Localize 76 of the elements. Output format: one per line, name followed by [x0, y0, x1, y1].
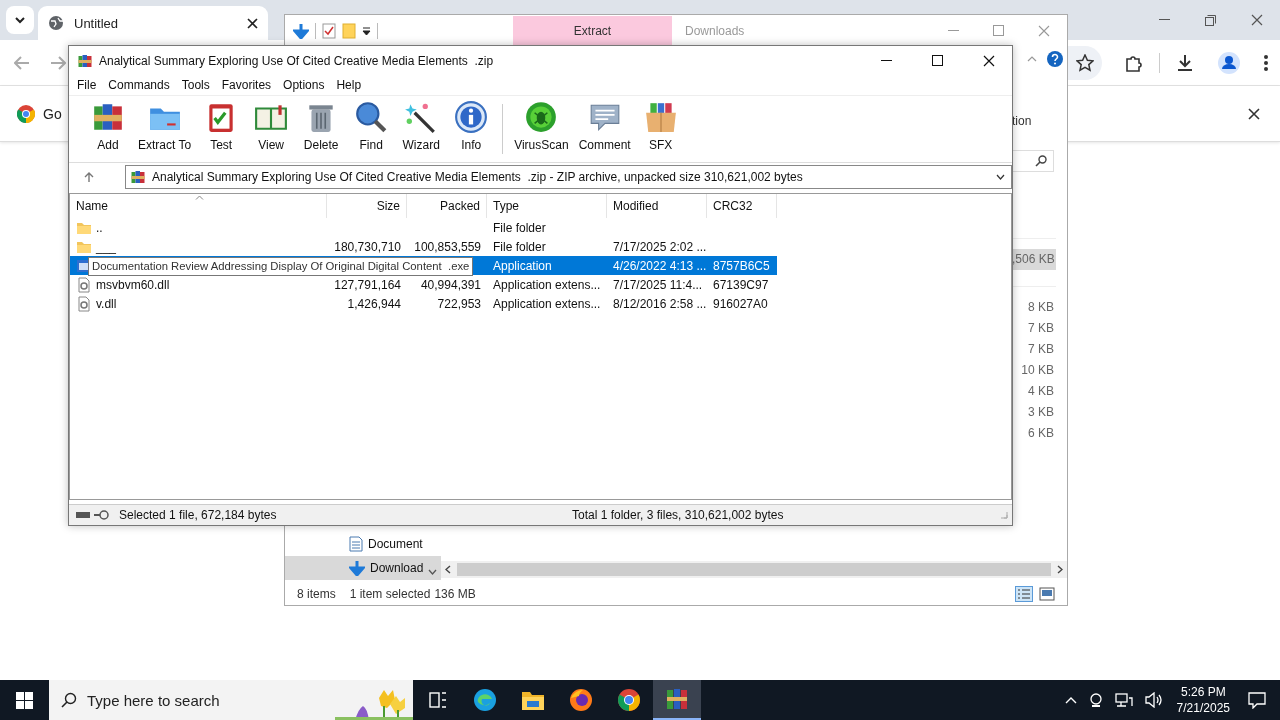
toolbar-button[interactable]: Comment — [573, 100, 636, 152]
status-text: Selected 1 file, 672,184 bytes — [119, 508, 278, 522]
menu-item[interactable]: Favorites — [221, 78, 280, 92]
file-size: ,506 KB — [1012, 249, 1056, 270]
file-size: 3 KB — [1027, 404, 1055, 421]
packed-size: 722,953 — [437, 296, 481, 311]
modified-date: 7/17/2025 11:4... — [613, 277, 703, 292]
menu-item[interactable]: Help — [336, 78, 370, 92]
file-size: 4 KB — [1027, 383, 1055, 400]
tooltip: Documentation Review Addressing Display Of Original Digital Content .exe — [88, 257, 474, 276]
status-text: Total 1 folder, 3 files, 310,621,002 bytes — [572, 508, 785, 522]
file-name: v.dll — [96, 296, 117, 311]
tab-title: Untitled — [74, 15, 120, 31]
file-type: File folder — [493, 220, 546, 235]
toolbar-button[interactable]: VirusScan — [509, 100, 574, 152]
browser-tab[interactable]: Untitled — [38, 6, 268, 40]
modified-date: 8/12/2016 2:58 ... — [613, 296, 707, 311]
toolbar-button[interactable]: Find — [346, 100, 397, 152]
file-row[interactable]: v.dll 1,426,944 722,953 Application extens... 8/12/2016 2:58 ... 916027A0 — [70, 294, 777, 313]
menu-item[interactable]: Tools — [181, 78, 218, 92]
search-field[interactable]: Type here to search — [49, 680, 413, 720]
clock-time: 5:26 PM — [1180, 684, 1226, 700]
checksum: 67139C97 — [713, 277, 769, 292]
modified-date: 7/17/2025 2:02 ... — [613, 239, 707, 254]
file-size: 7 KB — [1027, 341, 1055, 358]
file-row[interactable]: .. File folder — [70, 218, 777, 237]
menu-item[interactable]: File — [77, 78, 105, 92]
toolbar-button[interactable]: Test — [196, 100, 247, 152]
nav-item[interactable]: Download — [285, 556, 441, 580]
file-row[interactable]: msvbvm60.dll 127,791,164 40,994,391 Application extens... 7/17/2025 11:4... 67139C97 — [70, 275, 777, 294]
file-row[interactable]: ___ 180,730,710 100,853,559 File folder 7/17/2025 2:02 ... — [70, 237, 777, 256]
item-count: 8 items — [297, 587, 336, 601]
selection-count: 1 item selected — [349, 587, 431, 601]
file-size: 1,426,944 — [347, 296, 401, 311]
file-name: ___ — [96, 239, 117, 254]
toolbar-button[interactable]: SFX — [635, 100, 686, 152]
file-type: File folder — [493, 239, 546, 254]
window-title: Downloads — [685, 23, 745, 38]
clock-date: 7/21/2025 — [1176, 700, 1230, 716]
file-size: 10 KB — [1020, 362, 1055, 379]
selection-size: 136 MB — [434, 587, 476, 601]
nav-item[interactable]: Document — [285, 532, 441, 556]
ribbon-label: tion — [1012, 114, 1033, 128]
path-field[interactable]: Analytical Summary Exploring Use Of Cited Creative Media Elements .zip - ZIP archive, unpacked size 310,621,002 bytes — [125, 165, 1012, 189]
file-type: Application extens... — [493, 277, 601, 292]
window-title: Analytical Summary Exploring Use Of Cited Creative Media Elements .zip — [99, 53, 494, 68]
file-size: 8 KB — [1027, 299, 1055, 316]
toolbar-button[interactable]: Wizard — [396, 100, 447, 152]
file-type: Application — [493, 258, 552, 273]
packed-size: 100,853,559 — [414, 239, 481, 254]
packed-size: 40,994,391 — [420, 277, 481, 292]
toolbar-button[interactable]: View — [246, 100, 297, 152]
column-header[interactable]: Type — [487, 194, 607, 218]
modified-date: 4/26/2022 4:13 ... — [613, 258, 707, 273]
file-size: 6 KB — [1027, 425, 1055, 442]
toolbar-button[interactable]: Extract To — [133, 100, 197, 152]
ribbon-tab[interactable]: Extract — [513, 16, 672, 46]
menu-item[interactable]: Options — [283, 78, 333, 92]
column-header[interactable]: Modified — [607, 194, 707, 218]
checksum: 916027A0 — [713, 296, 768, 311]
toolbar-button[interactable]: Delete — [296, 100, 347, 152]
file-size: 7 KB — [1027, 320, 1055, 337]
file-size: 180,730,710 — [334, 239, 401, 254]
file-size: 127,791,164 — [334, 277, 401, 292]
menu-item[interactable]: Commands — [108, 78, 178, 92]
toolbar-button[interactable]: Add — [83, 100, 133, 152]
checksum: 8757B6C5 — [713, 258, 770, 273]
column-header[interactable]: Name — [70, 194, 327, 218]
file-name: msvbvm60.dll — [96, 277, 170, 292]
file-name: .. — [96, 220, 103, 235]
file-type: Application extens... — [493, 296, 601, 311]
column-header[interactable]: Packed — [407, 194, 487, 218]
toolbar-button[interactable]: Info — [446, 100, 497, 152]
infobar-text: Go — [43, 105, 62, 122]
column-header[interactable]: CRC32 — [707, 194, 777, 218]
column-header[interactable]: Size — [327, 194, 407, 218]
